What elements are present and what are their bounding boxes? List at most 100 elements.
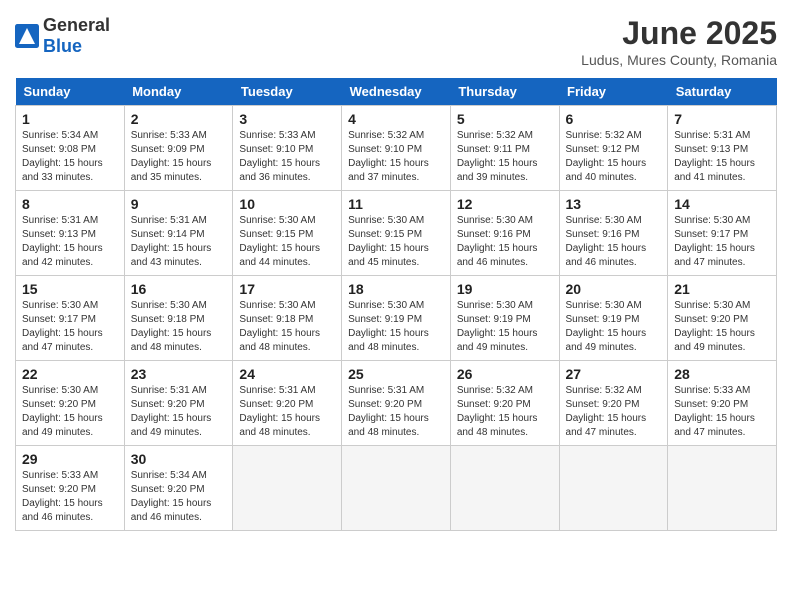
day-number: 20 — [566, 281, 662, 297]
day-cell-5: 5 Sunrise: 5:32 AMSunset: 9:11 PMDayligh… — [450, 106, 559, 191]
day-info: Sunrise: 5:31 AMSunset: 9:13 PMDaylight:… — [674, 130, 755, 183]
calendar-week-5: 29 Sunrise: 5:33 AMSunset: 9:20 PMDaylig… — [16, 446, 777, 531]
day-cell-27: 27 Sunrise: 5:32 AMSunset: 9:20 PMDaylig… — [559, 361, 668, 446]
day-info: Sunrise: 5:30 AMSunset: 9:15 PMDaylight:… — [348, 215, 429, 268]
calendar-week-1: 1 Sunrise: 5:34 AMSunset: 9:08 PMDayligh… — [16, 106, 777, 191]
day-info: Sunrise: 5:30 AMSunset: 9:16 PMDaylight:… — [566, 215, 647, 268]
day-number: 17 — [239, 281, 335, 297]
day-info: Sunrise: 5:33 AMSunset: 9:10 PMDaylight:… — [239, 130, 320, 183]
day-info: Sunrise: 5:34 AMSunset: 9:08 PMDaylight:… — [22, 130, 103, 183]
day-number: 26 — [457, 366, 553, 382]
day-cell-29: 29 Sunrise: 5:33 AMSunset: 9:20 PMDaylig… — [16, 446, 125, 531]
day-cell-16: 16 Sunrise: 5:30 AMSunset: 9:18 PMDaylig… — [124, 276, 233, 361]
day-cell-3: 3 Sunrise: 5:33 AMSunset: 9:10 PMDayligh… — [233, 106, 342, 191]
day-info: Sunrise: 5:30 AMSunset: 9:17 PMDaylight:… — [22, 300, 103, 353]
day-number: 15 — [22, 281, 118, 297]
day-number: 12 — [457, 196, 553, 212]
day-info: Sunrise: 5:32 AMSunset: 9:20 PMDaylight:… — [566, 385, 647, 438]
day-number: 5 — [457, 111, 553, 127]
day-cell-20: 20 Sunrise: 5:30 AMSunset: 9:19 PMDaylig… — [559, 276, 668, 361]
day-number: 6 — [566, 111, 662, 127]
empty-cell — [342, 446, 451, 531]
day-info: Sunrise: 5:30 AMSunset: 9:20 PMDaylight:… — [22, 385, 103, 438]
day-number: 29 — [22, 451, 118, 467]
day-cell-25: 25 Sunrise: 5:31 AMSunset: 9:20 PMDaylig… — [342, 361, 451, 446]
day-info: Sunrise: 5:31 AMSunset: 9:14 PMDaylight:… — [131, 215, 212, 268]
day-info: Sunrise: 5:30 AMSunset: 9:16 PMDaylight:… — [457, 215, 538, 268]
day-number: 8 — [22, 196, 118, 212]
day-cell-4: 4 Sunrise: 5:32 AMSunset: 9:10 PMDayligh… — [342, 106, 451, 191]
day-number: 21 — [674, 281, 770, 297]
day-number: 9 — [131, 196, 227, 212]
title-area: June 2025 Ludus, Mures County, Romania — [581, 15, 777, 68]
day-info: Sunrise: 5:33 AMSunset: 9:09 PMDaylight:… — [131, 130, 212, 183]
col-thursday: Thursday — [450, 78, 559, 106]
logo-blue-text: Blue — [43, 36, 82, 56]
day-number: 24 — [239, 366, 335, 382]
col-saturday: Saturday — [668, 78, 777, 106]
day-number: 1 — [22, 111, 118, 127]
day-number: 25 — [348, 366, 444, 382]
calendar-table: Sunday Monday Tuesday Wednesday Thursday… — [15, 78, 777, 531]
day-cell-15: 15 Sunrise: 5:30 AMSunset: 9:17 PMDaylig… — [16, 276, 125, 361]
day-info: Sunrise: 5:30 AMSunset: 9:17 PMDaylight:… — [674, 215, 755, 268]
empty-cell — [668, 446, 777, 531]
day-info: Sunrise: 5:31 AMSunset: 9:13 PMDaylight:… — [22, 215, 103, 268]
day-info: Sunrise: 5:34 AMSunset: 9:20 PMDaylight:… — [131, 470, 212, 523]
day-cell-23: 23 Sunrise: 5:31 AMSunset: 9:20 PMDaylig… — [124, 361, 233, 446]
day-number: 13 — [566, 196, 662, 212]
day-cell-18: 18 Sunrise: 5:30 AMSunset: 9:19 PMDaylig… — [342, 276, 451, 361]
day-number: 2 — [131, 111, 227, 127]
day-info: Sunrise: 5:30 AMSunset: 9:19 PMDaylight:… — [566, 300, 647, 353]
day-info: Sunrise: 5:32 AMSunset: 9:11 PMDaylight:… — [457, 130, 538, 183]
generalblue-icon — [15, 24, 39, 48]
day-cell-7: 7 Sunrise: 5:31 AMSunset: 9:13 PMDayligh… — [668, 106, 777, 191]
day-number: 18 — [348, 281, 444, 297]
col-monday: Monday — [124, 78, 233, 106]
day-cell-1: 1 Sunrise: 5:34 AMSunset: 9:08 PMDayligh… — [16, 106, 125, 191]
day-info: Sunrise: 5:30 AMSunset: 9:15 PMDaylight:… — [239, 215, 320, 268]
calendar-week-2: 8 Sunrise: 5:31 AMSunset: 9:13 PMDayligh… — [16, 191, 777, 276]
day-cell-11: 11 Sunrise: 5:30 AMSunset: 9:15 PMDaylig… — [342, 191, 451, 276]
day-cell-30: 30 Sunrise: 5:34 AMSunset: 9:20 PMDaylig… — [124, 446, 233, 531]
header: General Blue June 2025 Ludus, Mures Coun… — [15, 15, 777, 68]
calendar-subtitle: Ludus, Mures County, Romania — [581, 52, 777, 68]
day-number: 27 — [566, 366, 662, 382]
day-info: Sunrise: 5:30 AMSunset: 9:18 PMDaylight:… — [131, 300, 212, 353]
day-info: Sunrise: 5:32 AMSunset: 9:12 PMDaylight:… — [566, 130, 647, 183]
day-cell-13: 13 Sunrise: 5:30 AMSunset: 9:16 PMDaylig… — [559, 191, 668, 276]
day-info: Sunrise: 5:32 AMSunset: 9:10 PMDaylight:… — [348, 130, 429, 183]
day-number: 19 — [457, 281, 553, 297]
day-cell-21: 21 Sunrise: 5:30 AMSunset: 9:20 PMDaylig… — [668, 276, 777, 361]
day-info: Sunrise: 5:31 AMSunset: 9:20 PMDaylight:… — [348, 385, 429, 438]
header-row: Sunday Monday Tuesday Wednesday Thursday… — [16, 78, 777, 106]
day-cell-22: 22 Sunrise: 5:30 AMSunset: 9:20 PMDaylig… — [16, 361, 125, 446]
logo: General Blue — [15, 15, 110, 57]
day-info: Sunrise: 5:30 AMSunset: 9:18 PMDaylight:… — [239, 300, 320, 353]
day-cell-9: 9 Sunrise: 5:31 AMSunset: 9:14 PMDayligh… — [124, 191, 233, 276]
empty-cell — [559, 446, 668, 531]
col-wednesday: Wednesday — [342, 78, 451, 106]
day-cell-24: 24 Sunrise: 5:31 AMSunset: 9:20 PMDaylig… — [233, 361, 342, 446]
day-cell-19: 19 Sunrise: 5:30 AMSunset: 9:19 PMDaylig… — [450, 276, 559, 361]
day-number: 3 — [239, 111, 335, 127]
calendar-week-3: 15 Sunrise: 5:30 AMSunset: 9:17 PMDaylig… — [16, 276, 777, 361]
day-info: Sunrise: 5:30 AMSunset: 9:20 PMDaylight:… — [674, 300, 755, 353]
day-info: Sunrise: 5:33 AMSunset: 9:20 PMDaylight:… — [674, 385, 755, 438]
day-number: 22 — [22, 366, 118, 382]
day-info: Sunrise: 5:30 AMSunset: 9:19 PMDaylight:… — [348, 300, 429, 353]
day-cell-26: 26 Sunrise: 5:32 AMSunset: 9:20 PMDaylig… — [450, 361, 559, 446]
col-friday: Friday — [559, 78, 668, 106]
day-info: Sunrise: 5:33 AMSunset: 9:20 PMDaylight:… — [22, 470, 103, 523]
day-cell-6: 6 Sunrise: 5:32 AMSunset: 9:12 PMDayligh… — [559, 106, 668, 191]
day-info: Sunrise: 5:31 AMSunset: 9:20 PMDaylight:… — [239, 385, 320, 438]
day-number: 30 — [131, 451, 227, 467]
day-number: 4 — [348, 111, 444, 127]
day-cell-14: 14 Sunrise: 5:30 AMSunset: 9:17 PMDaylig… — [668, 191, 777, 276]
day-cell-17: 17 Sunrise: 5:30 AMSunset: 9:18 PMDaylig… — [233, 276, 342, 361]
day-cell-2: 2 Sunrise: 5:33 AMSunset: 9:09 PMDayligh… — [124, 106, 233, 191]
day-cell-10: 10 Sunrise: 5:30 AMSunset: 9:15 PMDaylig… — [233, 191, 342, 276]
day-number: 11 — [348, 196, 444, 212]
col-tuesday: Tuesday — [233, 78, 342, 106]
day-number: 14 — [674, 196, 770, 212]
